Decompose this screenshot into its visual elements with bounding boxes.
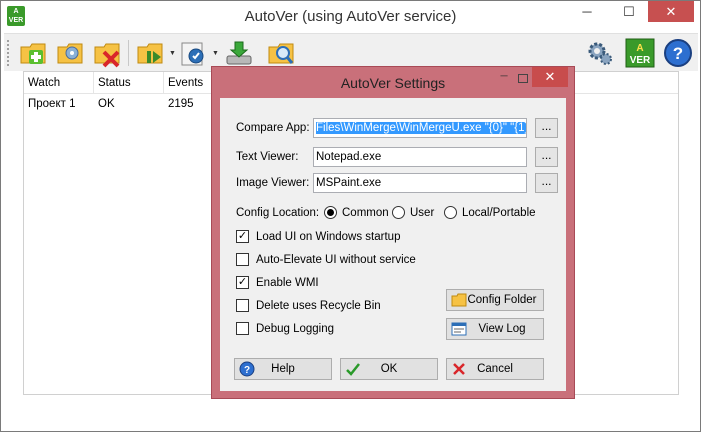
enable-wmi-checkbox[interactable]: ✓	[236, 276, 249, 289]
text-viewer-browse-button[interactable]: ...	[535, 147, 558, 167]
view-log-button[interactable]: View Log	[446, 318, 544, 340]
radio-user-label[interactable]: User	[410, 207, 434, 219]
settings-wizard-icon[interactable]	[178, 38, 208, 68]
compare-app-field[interactable]: Files\WinMerge\WinMergeU.exe "{0}" "{1}"	[313, 118, 527, 138]
config-location-label: Config Location:	[236, 207, 320, 219]
toolbar-separator	[128, 40, 129, 66]
minimize-button[interactable]: ─	[572, 1, 602, 22]
delete-watch-icon[interactable]	[92, 38, 122, 68]
toolbar-grip[interactable]	[7, 40, 11, 66]
dialog-body: Compare App: Files\WinMerge\WinMergeU.ex…	[220, 98, 566, 391]
compare-app-label: Compare App:	[236, 122, 310, 134]
auto-elevate-label[interactable]: Auto-Elevate UI without service	[256, 254, 416, 266]
load-ui-startup-label[interactable]: Load UI on Windows startup	[256, 231, 400, 243]
autover-logo-icon[interactable]: A VER	[625, 38, 655, 68]
help-button-label: Help	[271, 363, 295, 375]
ok-button-label: OK	[380, 363, 398, 375]
config-folder-button[interactable]: Config Folder	[446, 289, 544, 311]
cancel-button-label: Cancel	[477, 363, 513, 375]
backup-restore-icon[interactable]	[224, 38, 254, 68]
row-events: 2195	[168, 98, 194, 110]
image-viewer-field[interactable]: MSPaint.exe	[313, 173, 527, 193]
text-viewer-field[interactable]: Notepad.exe	[313, 147, 527, 167]
column-header-watch[interactable]: Watch	[24, 72, 94, 94]
enable-wmi-label[interactable]: Enable WMI	[256, 277, 319, 289]
radio-local-portable-label[interactable]: Local/Portable	[462, 207, 536, 219]
radio-user[interactable]	[392, 206, 405, 219]
dialog-minimize-button[interactable]: ─	[492, 69, 516, 87]
maximize-button[interactable]: ☐	[614, 1, 644, 22]
row-watch: Проект 1	[28, 98, 76, 110]
wizard-dropdown-icon[interactable]: ▼	[212, 50, 220, 58]
auto-elevate-checkbox[interactable]	[236, 253, 249, 266]
recycle-bin-label[interactable]: Delete uses Recycle Bin	[256, 300, 381, 312]
compare-app-browse-button[interactable]: ...	[535, 118, 558, 138]
radio-local-portable[interactable]	[444, 206, 457, 219]
load-ui-startup-checkbox[interactable]: ✓	[236, 230, 249, 243]
svg-text:VER: VER	[630, 55, 651, 66]
debug-logging-label[interactable]: Debug Logging	[256, 323, 334, 335]
text-viewer-label: Text Viewer:	[236, 151, 299, 163]
column-header-status[interactable]: Status	[94, 72, 164, 94]
dialog-close-button[interactable]: ✕	[532, 67, 568, 87]
pause-resume-icon[interactable]	[135, 38, 165, 68]
view-log-label: View Log	[478, 323, 526, 335]
image-viewer-browse-button[interactable]: ...	[535, 173, 558, 193]
debug-logging-checkbox[interactable]	[236, 322, 249, 335]
compare-app-value: Files\WinMerge\WinMergeU.exe "{0}" "{1}"	[316, 122, 526, 134]
config-folder-label: Config Folder	[467, 294, 537, 306]
dialog-title-bar[interactable]: AutoVer Settings ─ ✕	[212, 67, 574, 97]
options-gear-icon[interactable]	[585, 38, 615, 68]
title-bar: A VER AutoVer (using AutoVer service) ─ …	[1, 1, 700, 32]
svg-text:A: A	[636, 43, 643, 54]
help-button[interactable]: ? Help	[234, 358, 332, 380]
radio-common[interactable]	[324, 206, 337, 219]
image-viewer-label: Image Viewer:	[236, 177, 310, 189]
row-status: OK	[98, 98, 115, 110]
add-watch-icon[interactable]	[18, 38, 48, 68]
settings-dialog: AutoVer Settings ─ ✕ Compare App: Files\…	[211, 66, 575, 399]
cancel-button[interactable]: Cancel	[446, 358, 544, 380]
radio-common-label[interactable]: Common	[342, 207, 389, 219]
recycle-bin-checkbox[interactable]	[236, 299, 249, 312]
dialog-maximize-button[interactable]	[516, 69, 530, 87]
close-button[interactable]: ✕	[648, 1, 694, 22]
edit-watch-icon[interactable]	[55, 38, 85, 68]
ok-button[interactable]: OK	[340, 358, 438, 380]
search-icon[interactable]	[266, 38, 296, 68]
help-icon[interactable]: ?	[663, 38, 693, 68]
svg-text:?: ?	[673, 44, 683, 63]
pause-dropdown-icon[interactable]: ▼	[169, 50, 177, 58]
